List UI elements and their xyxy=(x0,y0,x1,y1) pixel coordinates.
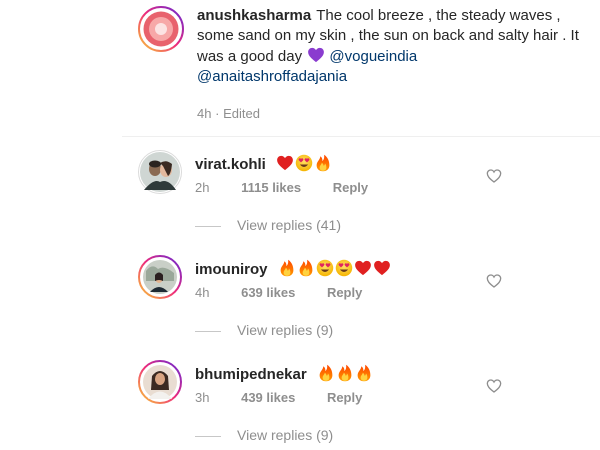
replies-dash xyxy=(195,330,221,332)
comment: bhumipednekar 3h 439 likes Reply xyxy=(138,360,600,420)
fire-icon xyxy=(336,364,354,382)
comment: imouniroy 4h 639 likes Reply xyxy=(138,255,600,315)
comment-username[interactable]: imouniroy xyxy=(195,261,268,278)
heart-eyes-icon xyxy=(335,259,353,277)
reply-button[interactable]: Reply xyxy=(327,390,362,405)
likes-count[interactable]: 639 likes xyxy=(241,285,295,300)
caption-time: 4h xyxy=(197,106,212,121)
like-heart-icon[interactable] xyxy=(486,273,502,289)
comment-meta: 2h 1115 likes Reply xyxy=(195,180,396,195)
meta-separator: · xyxy=(215,106,220,121)
fire-icon xyxy=(297,259,315,277)
red-heart-icon xyxy=(276,154,294,172)
replies-dash xyxy=(195,435,221,437)
comment-time: 4h xyxy=(195,285,210,300)
mention-link[interactable]: @anaitashroffadajania xyxy=(197,68,347,85)
fire-icon xyxy=(314,154,332,172)
avatar[interactable] xyxy=(138,360,182,404)
comment-line: virat.kohli xyxy=(195,154,332,175)
fire-icon xyxy=(278,259,296,277)
avatar[interactable] xyxy=(138,150,182,194)
likes-count[interactable]: 439 likes xyxy=(241,390,295,405)
comment-line: bhumipednekar xyxy=(195,364,373,385)
view-replies-label: View replies (9) xyxy=(237,427,334,443)
avatar[interactable] xyxy=(138,6,184,52)
comment: virat.kohli 2h 1115 likes Reply xyxy=(138,150,600,210)
caption-edited: Edited xyxy=(223,106,260,121)
reply-button[interactable]: Reply xyxy=(333,180,368,195)
reply-button[interactable]: Reply xyxy=(327,285,362,300)
replies-dash xyxy=(195,225,221,227)
avatar[interactable] xyxy=(138,255,182,299)
caption-text: anushkasharma The cool breeze , the stead… xyxy=(197,6,597,87)
comment-time: 2h xyxy=(195,180,210,195)
purple-heart-icon xyxy=(307,46,325,64)
likes-count[interactable]: 1115 likes xyxy=(241,180,301,195)
caption-username[interactable]: anushkasharma xyxy=(197,7,311,24)
view-replies-button[interactable]: View replies (41) xyxy=(195,217,341,233)
comment-username[interactable]: virat.kohli xyxy=(195,156,266,173)
comment-time: 3h xyxy=(195,390,210,405)
view-replies-label: View replies (41) xyxy=(237,217,342,233)
heart-eyes-icon xyxy=(295,154,313,172)
view-replies-button[interactable]: View replies (9) xyxy=(195,322,333,338)
fire-icon xyxy=(317,364,335,382)
heart-eyes-icon xyxy=(316,259,334,277)
mention-link[interactable]: @vogueindia xyxy=(329,48,417,65)
divider xyxy=(122,136,600,137)
comment-username[interactable]: bhumipednekar xyxy=(195,366,307,383)
fire-icon xyxy=(355,364,373,382)
red-heart-icon xyxy=(373,259,391,277)
comment-meta: 3h 439 likes Reply xyxy=(195,390,390,405)
view-replies-button[interactable]: View replies (9) xyxy=(195,427,333,443)
like-heart-icon[interactable] xyxy=(486,378,502,394)
view-replies-label: View replies (9) xyxy=(237,322,334,338)
like-heart-icon[interactable] xyxy=(486,168,502,184)
comment-meta: 4h 639 likes Reply xyxy=(195,285,390,300)
red-heart-icon xyxy=(354,259,372,277)
comment-line: imouniroy xyxy=(195,259,391,280)
caption-meta: 4h · Edited xyxy=(197,106,260,121)
